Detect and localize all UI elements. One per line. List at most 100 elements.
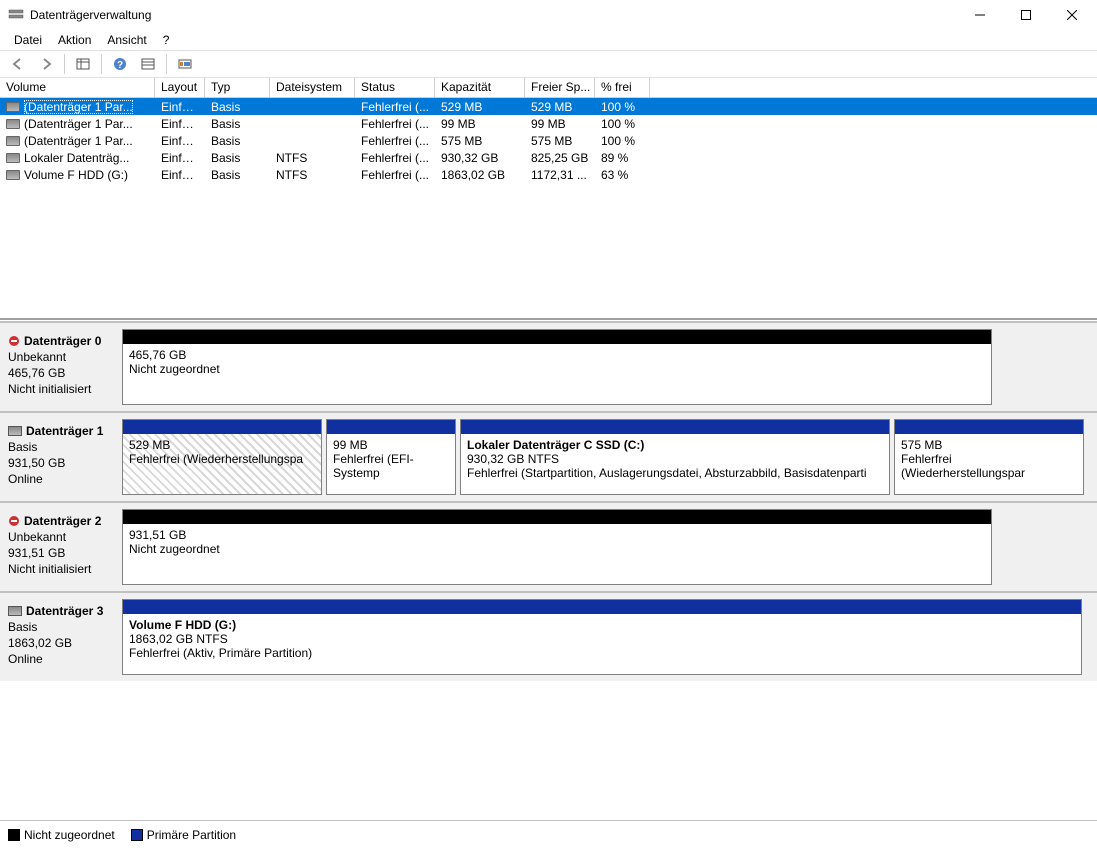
volume-capacity: 1863,02 GB (435, 168, 525, 182)
partition-body: Lokaler Datenträger C SSD (C:)930,32 GB … (461, 434, 889, 494)
volume-capacity: 575 MB (435, 134, 525, 148)
volume-row[interactable]: (Datenträger 1 Par...EinfachBasisFehlerf… (0, 115, 1097, 132)
maximize-button[interactable] (1003, 0, 1049, 30)
volume-type: Basis (205, 168, 270, 182)
window-controls (957, 0, 1095, 30)
volume-icon (6, 119, 20, 129)
partition-line2: Fehlerfrei (Wiederherstellungspar (901, 452, 1077, 480)
disk-row: Datenträger 1Basis931,50 GBOnline529 MBF… (0, 411, 1097, 501)
volume-layout: Einfach (155, 168, 205, 182)
partition-line2: Fehlerfrei (Startpartition, Auslagerungs… (467, 466, 883, 480)
volume-free: 529 MB (525, 100, 595, 114)
partition-stripe (895, 420, 1083, 434)
volume-type: Basis (205, 100, 270, 114)
legend-unallocated: Nicht zugeordnet (8, 828, 115, 842)
col-capacity[interactable]: Kapazität (435, 78, 525, 97)
disk-icon (8, 606, 22, 616)
volume-free: 1172,31 ... (525, 168, 595, 182)
window-title: Datenträgerverwaltung (30, 8, 957, 22)
menu-view[interactable]: Ansicht (99, 31, 154, 49)
menubar: Datei Aktion Ansicht ? (0, 30, 1097, 50)
disk-area[interactable]: Datenträger 0Unbekannt465,76 GBNicht ini… (0, 320, 1097, 820)
disk-size: 931,51 GB (8, 545, 114, 561)
volume-pct: 63 % (595, 168, 650, 182)
volume-layout: Einfach (155, 151, 205, 165)
partition[interactable]: 575 MBFehlerfrei (Wiederherstellungspar (894, 419, 1084, 495)
col-pct[interactable]: % frei (595, 78, 650, 97)
partition-line1: 529 MB (129, 438, 315, 452)
menu-action[interactable]: Aktion (50, 31, 99, 49)
disk-name: Datenträger 3 (8, 603, 114, 619)
col-free[interactable]: Freier Sp... (525, 78, 595, 97)
minimize-button[interactable] (957, 0, 1003, 30)
svg-text:?: ? (117, 60, 123, 71)
col-volume[interactable]: Volume (0, 78, 155, 97)
volume-row[interactable]: Lokaler Datenträg...EinfachBasisNTFSFehl… (0, 149, 1097, 166)
disk-status2: Online (8, 471, 114, 487)
col-type[interactable]: Typ (205, 78, 270, 97)
partition-line2: Fehlerfrei (Aktiv, Primäre Partition) (129, 646, 1075, 660)
col-layout[interactable]: Layout (155, 78, 205, 97)
partition[interactable]: Lokaler Datenträger C SSD (C:)930,32 GB … (460, 419, 890, 495)
disk-status2: Online (8, 651, 114, 667)
partition-line1: 1863,02 GB NTFS (129, 632, 1075, 646)
disk-status2: Nicht initialisiert (8, 381, 114, 397)
swatch-blue (131, 829, 143, 841)
view-button[interactable] (71, 53, 95, 75)
swatch-black (8, 829, 20, 841)
partition[interactable]: 99 MBFehlerfrei (EFI-Systemp (326, 419, 456, 495)
col-fs[interactable]: Dateisystem (270, 78, 355, 97)
partition[interactable]: 465,76 GBNicht zugeordnet (122, 329, 992, 405)
partition-body: Volume F HDD (G:)1863,02 GB NTFSFehlerfr… (123, 614, 1081, 674)
volume-capacity: 99 MB (435, 117, 525, 131)
partition[interactable]: 931,51 GBNicht zugeordnet (122, 509, 992, 585)
disk-label: Datenträger 2Unbekannt931,51 GBNicht ini… (6, 509, 116, 585)
volume-icon (6, 102, 20, 112)
partition[interactable]: Volume F HDD (G:)1863,02 GB NTFSFehlerfr… (122, 599, 1082, 675)
partition-body: 529 MBFehlerfrei (Wiederherstellungspa (123, 434, 321, 494)
toolbar-separator (166, 54, 167, 74)
disk-partitions: 465,76 GBNicht zugeordnet (122, 329, 1091, 405)
volume-name: Lokaler Datenträg... (24, 151, 129, 165)
close-button[interactable] (1049, 0, 1095, 30)
menu-help[interactable]: ? (155, 31, 178, 49)
volume-pct: 89 % (595, 151, 650, 165)
details-button[interactable] (173, 53, 197, 75)
partition-line2: Fehlerfrei (EFI-Systemp (333, 452, 449, 480)
col-status[interactable]: Status (355, 78, 435, 97)
volume-layout: Einfach (155, 100, 205, 114)
disk-name: Datenträger 2 (8, 513, 114, 529)
partition-line2: Nicht zugeordnet (129, 362, 985, 376)
volume-row[interactable]: (Datenträger 1 Par...EinfachBasisFehlerf… (0, 98, 1097, 115)
menu-file[interactable]: Datei (6, 31, 50, 49)
disk-label: Datenträger 0Unbekannt465,76 GBNicht ini… (6, 329, 116, 405)
back-button[interactable] (6, 53, 30, 75)
volume-row[interactable]: Volume F HDD (G:)EinfachBasisNTFSFehlerf… (0, 166, 1097, 183)
volume-capacity: 529 MB (435, 100, 525, 114)
volume-body[interactable]: (Datenträger 1 Par...EinfachBasisFehlerf… (0, 98, 1097, 318)
forward-button[interactable] (34, 53, 58, 75)
volume-layout: Einfach (155, 117, 205, 131)
disk-label: Datenträger 3Basis1863,02 GBOnline (6, 599, 116, 675)
volume-pct: 100 % (595, 134, 650, 148)
partition-stripe (123, 330, 991, 344)
volume-capacity: 930,32 GB (435, 151, 525, 165)
partition-stripe (327, 420, 455, 434)
disk-label: Datenträger 1Basis931,50 GBOnline (6, 419, 116, 495)
partition[interactable]: 529 MBFehlerfrei (Wiederherstellungspa (122, 419, 322, 495)
list-button[interactable] (136, 53, 160, 75)
partition-stripe (461, 420, 889, 434)
partition-line1: 930,32 GB NTFS (467, 452, 883, 466)
toolbar: ? (0, 50, 1097, 78)
partition-body: 99 MBFehlerfrei (EFI-Systemp (327, 434, 455, 494)
volume-status: Fehlerfrei (... (355, 151, 435, 165)
volume-icon (6, 153, 20, 163)
volume-icon (6, 170, 20, 180)
help-button[interactable]: ? (108, 53, 132, 75)
volume-row[interactable]: (Datenträger 1 Par...EinfachBasisFehlerf… (0, 132, 1097, 149)
disk-partitions: 931,51 GBNicht zugeordnet (122, 509, 1091, 585)
partition-stripe (123, 600, 1081, 614)
volume-icon (6, 136, 20, 146)
disk-status1: Basis (8, 619, 114, 635)
disk-icon (8, 426, 22, 436)
